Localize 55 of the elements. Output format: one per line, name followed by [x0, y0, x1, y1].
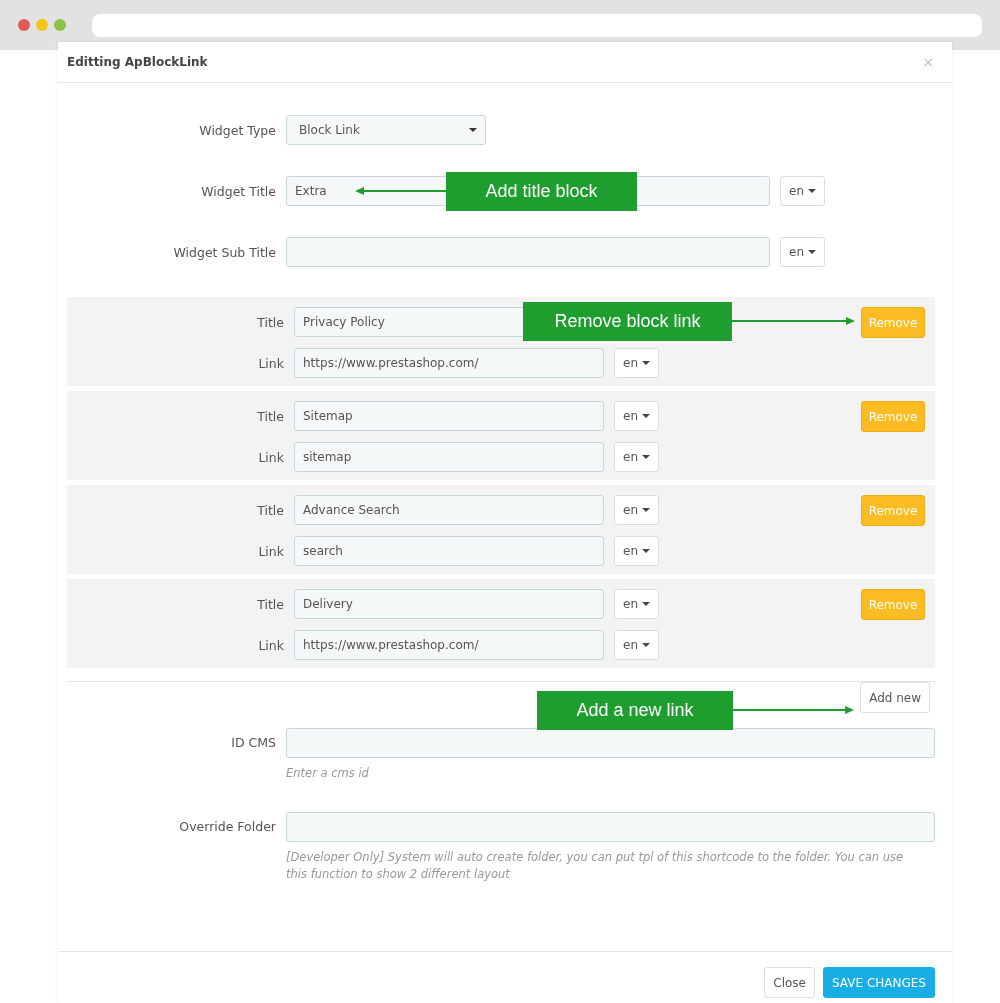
caret-icon: [808, 250, 816, 254]
field-label: Title: [256, 408, 284, 424]
field-label: Title: [256, 596, 284, 612]
modal-title: Editting ApBlockLink: [67, 55, 208, 69]
caret-icon: [642, 455, 650, 459]
field-label: Title: [256, 502, 284, 518]
field-label: Link: [257, 637, 284, 653]
language-dropdown[interactable]: en: [614, 495, 659, 525]
field-label: Link: [257, 449, 284, 465]
field-label: Override Folder: [178, 818, 276, 836]
field-label: Widget Title: [200, 183, 276, 199]
callout-tooltip: Add title block: [446, 172, 637, 211]
link-field[interactable]: https://www.prestashop.com/: [294, 348, 604, 378]
text-field[interactable]: [286, 812, 935, 842]
caret-icon: [808, 189, 816, 193]
link-field[interactable]: sitemap: [294, 442, 604, 472]
address-bar[interactable]: [92, 13, 982, 37]
title-field[interactable]: Delivery: [294, 589, 604, 619]
minimize-window-icon[interactable]: [36, 19, 48, 31]
language-dropdown[interactable]: en: [614, 630, 659, 660]
field-label: Widget Sub Title: [172, 244, 276, 260]
field-label: Title: [256, 314, 284, 330]
language-dropdown[interactable]: en: [614, 348, 659, 378]
language-dropdown[interactable]: en: [780, 237, 825, 267]
caret-icon: [469, 128, 477, 132]
caret-icon: [642, 602, 650, 606]
maximize-window-icon[interactable]: [54, 19, 66, 31]
text-field[interactable]: [286, 237, 770, 267]
field-label: Widget Type: [198, 122, 276, 138]
callout-tooltip: Remove block link: [523, 302, 732, 341]
language-dropdown[interactable]: en: [614, 589, 659, 619]
title-field[interactable]: Advance Search: [294, 495, 604, 525]
close-button[interactable]: Close: [764, 967, 815, 998]
help-text: Enter a cms id: [286, 765, 370, 782]
caret-icon: [642, 549, 650, 553]
link-field[interactable]: search: [294, 536, 604, 566]
help-text: [Developer Only] System will auto create folder, you can put tpl of this shortcode to the folder. You can use this function to show 2 different layout: [286, 849, 905, 883]
text-field[interactable]: [286, 728, 935, 758]
caret-icon: [642, 361, 650, 365]
caret-icon: [642, 508, 650, 512]
field-label: Link: [257, 543, 284, 559]
caret-icon: [642, 643, 650, 647]
title-field[interactable]: Sitemap: [294, 401, 604, 431]
field-label: Link: [257, 355, 284, 371]
language-dropdown[interactable]: en: [614, 401, 659, 431]
field-label: ID CMS: [230, 734, 276, 752]
caret-icon: [642, 414, 650, 418]
link-field[interactable]: https://www.prestashop.com/: [294, 630, 604, 660]
add-new-button[interactable]: Add new: [860, 682, 930, 713]
language-dropdown[interactable]: en: [614, 536, 659, 566]
language-dropdown[interactable]: en: [614, 442, 659, 472]
callout-tooltip: Add a new link: [537, 691, 733, 730]
widget-type-select[interactable]: Block Link: [286, 115, 486, 145]
close-window-icon[interactable]: [18, 19, 30, 31]
language-dropdown[interactable]: en: [780, 176, 825, 206]
